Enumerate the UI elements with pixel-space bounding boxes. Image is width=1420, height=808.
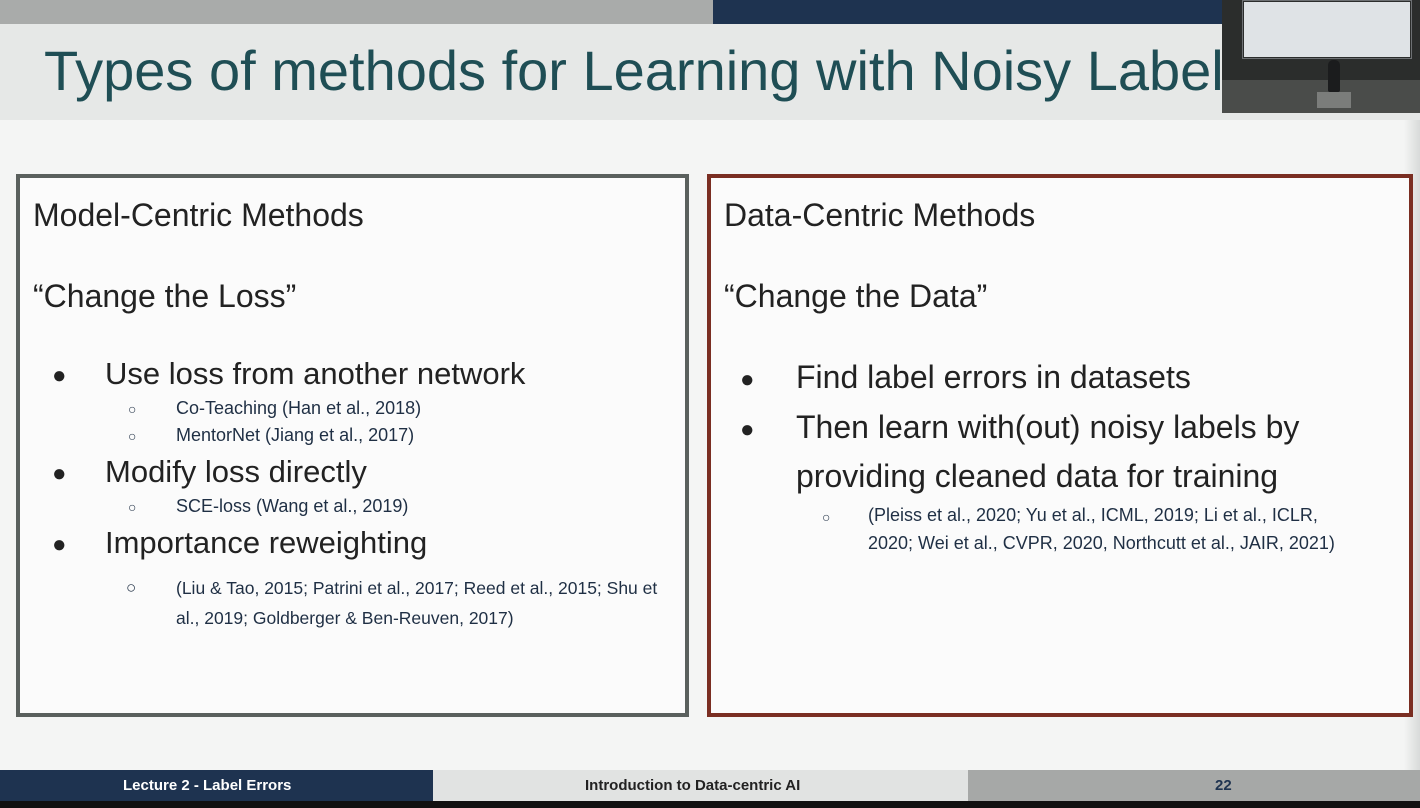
sub-reweighting-citations-line2: al., 2019; Goldberger & Ben-Reuven, 2017… [176,608,514,628]
sub-data-centric-citations-line2: 2020; Wei et al., CVPR, 2020, Northcutt … [868,533,1335,553]
bullet-dot: ● [740,416,755,443]
presenter-figure [1328,60,1340,92]
sub-mentornet: MentorNet (Jiang et al., 2017) [176,425,415,445]
data-centric-tagline: “Change the Data” [724,278,988,314]
model-centric-panel: Model-Centric Methods “Change the Loss” … [16,174,689,717]
data-centric-panel: Data-Centric Methods “Change the Data” ●… [707,174,1413,717]
sub-bullet-dot: ○ [128,499,137,515]
sub-data-centric-citations-line1: (Pleiss et al., 2020; Yu et al., ICML, 2… [868,505,1318,525]
sub-bullet-dot: ○ [128,401,137,417]
data-centric-heading: Data-Centric Methods [724,197,1036,233]
sub-sce-loss: SCE-loss (Wang et al., 2019) [176,496,409,516]
footer-page-number: 22 [1215,777,1232,794]
slide-title: Types of methods for Learning with Noisy… [44,39,1224,102]
bullet-modify-loss-directly: Modify loss directly [105,454,367,489]
sub-bullet-dot: ○ [126,578,137,597]
bullet-dot: ● [52,362,67,389]
bullet-dot: ● [740,366,755,393]
footer-page-bar [968,770,1420,801]
sub-bullet-dot: ○ [128,428,137,444]
bullet-use-loss-another-network: Use loss from another network [105,356,526,391]
sub-reweighting-citations-line1: (Liu & Tao, 2015; Patrini et al., 2017; … [176,578,658,598]
bullet-learn-without-noisy-labels: Then learn with(out) noisy labels by [796,409,1300,445]
projection-screen [1244,2,1410,57]
footer-course-label: Introduction to Data-centric AI [585,777,801,794]
bullet-find-label-errors: Find label errors in datasets [796,359,1191,395]
footer-lecture-label: Lecture 2 - Label Errors [123,777,292,794]
sub-co-teaching: Co-Teaching (Han et al., 2018) [176,398,422,418]
model-centric-heading: Model-Centric Methods [33,197,364,233]
top-accent-gray [0,0,713,24]
bullet-importance-reweighting: Importance reweighting [105,525,428,560]
bullet-learn-without-noisy-labels-cont: providing cleaned data for training [796,458,1279,494]
podium [1317,92,1351,108]
sub-bullet-dot: ○ [822,509,831,525]
screen-bottom-edge [0,801,1420,808]
model-centric-tagline: “Change the Loss” [33,278,297,314]
bullet-dot: ● [52,460,67,487]
presenter-webcam-inset [1222,0,1420,113]
bullet-dot: ● [52,531,67,558]
top-accent-navy [713,0,1223,24]
